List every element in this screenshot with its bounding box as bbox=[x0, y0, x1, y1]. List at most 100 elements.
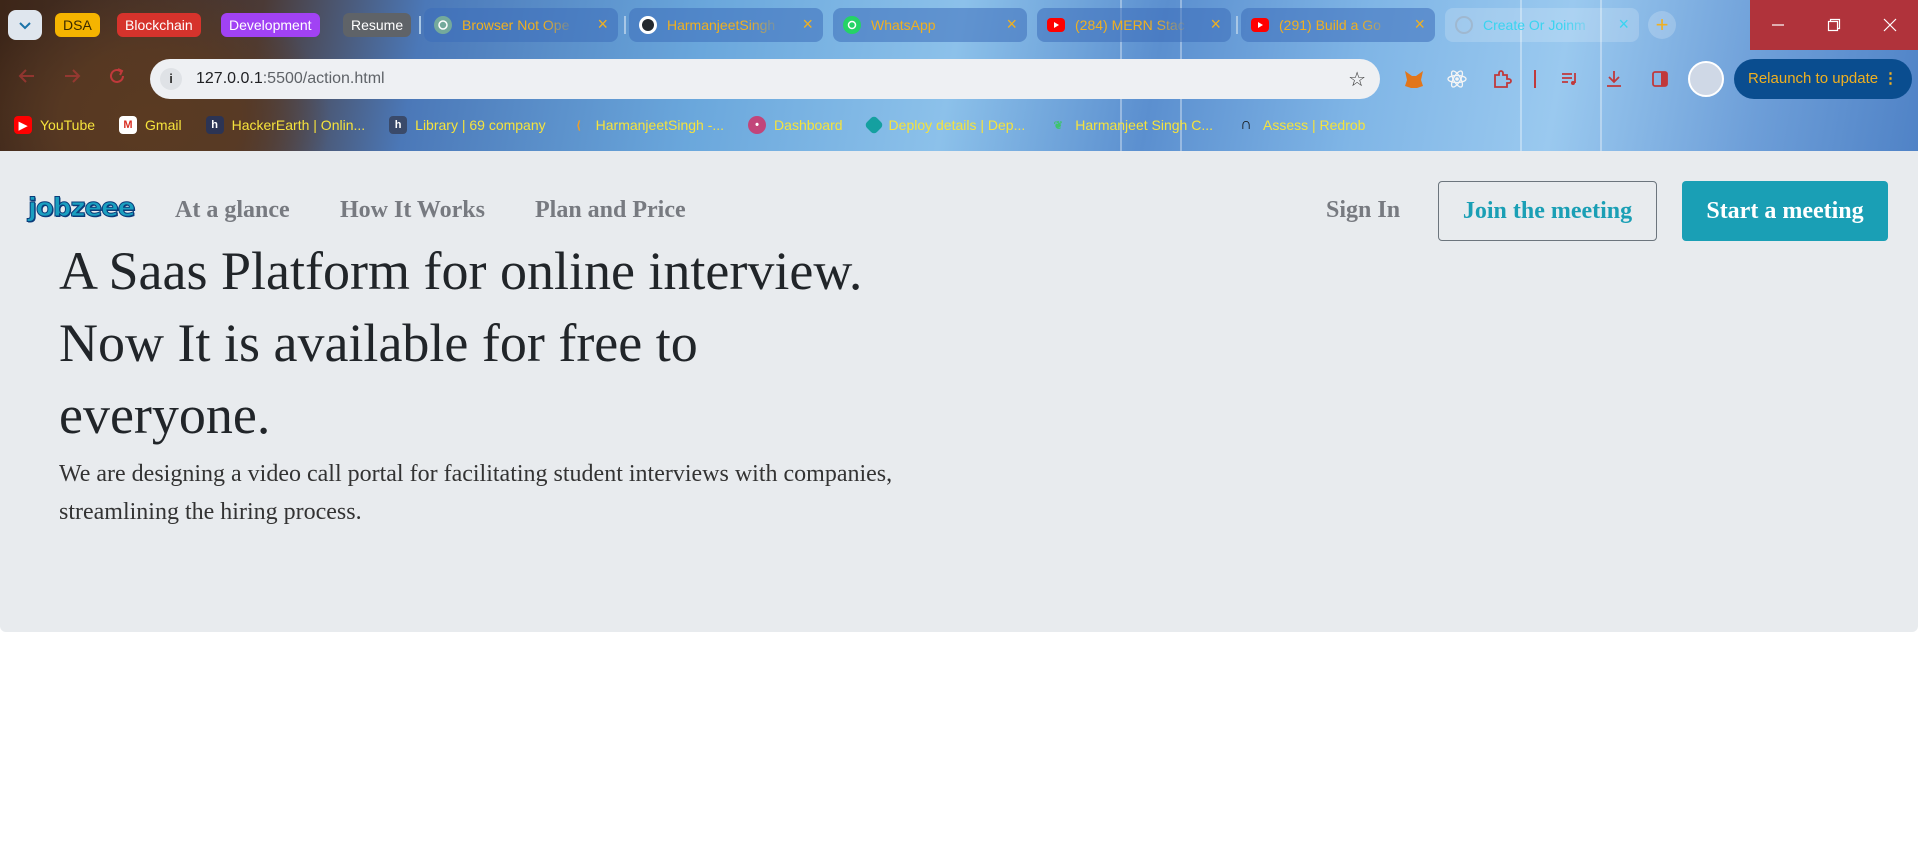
tab-group-development[interactable]: Development bbox=[221, 13, 320, 37]
close-tab-icon[interactable]: × bbox=[1618, 15, 1629, 33]
start-meeting-button[interactable]: Start a meeting bbox=[1682, 181, 1888, 241]
bookmark-label: Assess | Redrob bbox=[1263, 117, 1366, 133]
tab-group-blockchain[interactable]: Blockchain bbox=[117, 13, 201, 37]
minimize-button[interactable] bbox=[1750, 0, 1806, 50]
new-tab-button[interactable]: + bbox=[1648, 11, 1676, 39]
youtube-icon bbox=[1047, 18, 1065, 32]
tab-title: HarmanjeetSingh bbox=[667, 17, 776, 33]
browser-tab-active[interactable]: Create Or Joinm × bbox=[1445, 8, 1639, 42]
download-icon[interactable] bbox=[1600, 65, 1628, 93]
hero-section: jobzeee At a glance How It Works Plan an… bbox=[0, 151, 1918, 632]
profile-avatar[interactable] bbox=[1688, 61, 1724, 97]
bookmark-deploy[interactable]: Deploy details | Dep... bbox=[863, 115, 1026, 135]
bookmark-library[interactable]: h Library | 69 company bbox=[389, 116, 546, 134]
join-meeting-button[interactable]: Join the meeting bbox=[1438, 181, 1657, 241]
media-controls-icon[interactable] bbox=[1556, 65, 1584, 93]
back-button[interactable] bbox=[12, 64, 42, 94]
close-tab-icon[interactable]: × bbox=[1006, 15, 1017, 33]
bookmark-label: Harmanjeet Singh C... bbox=[1075, 117, 1213, 133]
reload-icon bbox=[110, 68, 124, 83]
bookmark-hackerearth[interactable]: h HackerEarth | Onlin... bbox=[205, 116, 366, 134]
chatgpt-icon bbox=[434, 16, 452, 34]
bookmark-leetcode[interactable]: ⟨ HarmanjeetSingh -... bbox=[570, 116, 724, 134]
dashboard-icon: • bbox=[748, 116, 767, 134]
url-text: 127.0.0.1:5500/action.html bbox=[196, 70, 385, 87]
close-window-button[interactable] bbox=[1862, 0, 1918, 50]
minimize-icon bbox=[1772, 24, 1784, 26]
bookmark-label: Dashboard bbox=[774, 117, 843, 133]
relaunch-button[interactable]: Relaunch to update ⋮ bbox=[1734, 59, 1912, 99]
extensions-puzzle-icon[interactable] bbox=[1488, 65, 1516, 93]
browser-tab[interactable]: Browser Not Ope × bbox=[424, 8, 618, 42]
browser-tab[interactable]: HarmanjeetSingh × bbox=[629, 8, 823, 42]
tab-title: (284) MERN Stac bbox=[1075, 17, 1185, 33]
site-logo[interactable]: jobzeee bbox=[27, 193, 135, 224]
redrob-icon: ∩ bbox=[1240, 116, 1252, 133]
chevron-down-icon bbox=[19, 22, 31, 30]
browser-tab[interactable]: (291) Build a Go × bbox=[1241, 8, 1435, 42]
gmail-icon: M bbox=[119, 116, 138, 134]
metamask-icon[interactable] bbox=[1400, 65, 1428, 93]
sign-in-link[interactable]: Sign In bbox=[1326, 197, 1400, 224]
whatsapp-icon bbox=[843, 16, 861, 34]
restore-button[interactable] bbox=[1806, 0, 1862, 50]
arrow-right-icon bbox=[65, 69, 81, 83]
bookmark-label: Library | 69 company bbox=[415, 117, 546, 133]
close-tab-icon[interactable]: × bbox=[1210, 15, 1221, 33]
bookmark-harmanjeet[interactable]: ❦ Harmanjeet Singh C... bbox=[1049, 116, 1213, 134]
bookmark-redrob[interactable]: ∩ Assess | Redrob bbox=[1237, 116, 1365, 134]
nav-plan-and-price[interactable]: Plan and Price bbox=[535, 197, 686, 224]
bookmark-gmail[interactable]: M Gmail bbox=[119, 116, 182, 134]
nav-how-it-works[interactable]: How It Works bbox=[340, 197, 485, 224]
bookmark-youtube[interactable]: ▶ YouTube bbox=[14, 116, 95, 134]
tab-strip: DSA Blockchain Development Resume Browse… bbox=[0, 0, 1918, 50]
more-menu-icon[interactable]: ⋮ bbox=[1883, 59, 1898, 99]
relaunch-label: Relaunch to update bbox=[1748, 70, 1879, 87]
tab-title: Browser Not Ope bbox=[462, 17, 570, 33]
browser-chrome: DSA Blockchain Development Resume Browse… bbox=[0, 0, 1918, 151]
arrow-left-icon bbox=[18, 69, 34, 83]
tab-separator bbox=[419, 16, 421, 34]
bookmark-dashboard[interactable]: • Dashboard bbox=[748, 116, 843, 134]
tab-title: Create Or Joinm bbox=[1483, 17, 1586, 33]
leaf-icon: ❦ bbox=[1053, 119, 1063, 132]
web-page: jobzeee At a glance How It Works Plan an… bbox=[0, 151, 1918, 847]
bookmark-label: HarmanjeetSingh -... bbox=[595, 117, 725, 133]
side-panel-icon[interactable] bbox=[1646, 65, 1674, 93]
loading-icon bbox=[1455, 16, 1473, 34]
forward-button[interactable] bbox=[57, 64, 87, 94]
restore-icon bbox=[1827, 18, 1841, 32]
youtube-icon bbox=[1251, 18, 1269, 32]
library-icon: h bbox=[389, 116, 408, 134]
tab-title: (291) Build a Go bbox=[1279, 17, 1381, 33]
close-tab-icon[interactable]: × bbox=[1414, 15, 1425, 33]
browser-toolbar: i 127.0.0.1:5500/action.html ☆ Relaunch … bbox=[0, 50, 1918, 108]
bookmark-star-icon[interactable]: ☆ bbox=[1348, 67, 1366, 92]
close-tab-icon[interactable]: × bbox=[802, 15, 813, 33]
tab-separator bbox=[624, 16, 626, 34]
browser-tab[interactable]: (284) MERN Stac × bbox=[1037, 8, 1231, 42]
reload-button[interactable] bbox=[102, 64, 132, 94]
bookmarks-bar: ▶ YouTube M Gmail h HackerEarth | Onlin.… bbox=[0, 108, 1918, 142]
bookmark-label: HackerEarth | Onlin... bbox=[231, 117, 366, 133]
hero-headline: A Saas Platform for online interview. No… bbox=[59, 241, 863, 445]
tab-search-button[interactable] bbox=[8, 10, 42, 40]
tab-title: WhatsApp bbox=[871, 17, 936, 33]
close-tab-icon[interactable]: × bbox=[597, 15, 608, 33]
browser-tab[interactable]: WhatsApp × bbox=[833, 8, 1027, 42]
bookmark-label: YouTube bbox=[40, 117, 96, 133]
tab-group-dsa[interactable]: DSA bbox=[55, 13, 100, 37]
tab-group-resume[interactable]: Resume bbox=[343, 13, 412, 37]
netlify-icon bbox=[863, 115, 884, 135]
nav-at-a-glance[interactable]: At a glance bbox=[175, 197, 290, 224]
youtube-icon: ▶ bbox=[14, 116, 32, 134]
toolbar-divider bbox=[1534, 70, 1536, 88]
address-bar[interactable]: i 127.0.0.1:5500/action.html ☆ bbox=[150, 59, 1380, 99]
site-info-icon[interactable]: i bbox=[160, 68, 182, 90]
react-devtools-icon[interactable] bbox=[1443, 65, 1471, 93]
hero-subtext: We are designing a video call portal for… bbox=[59, 461, 893, 525]
close-icon bbox=[1883, 18, 1897, 32]
bookmark-label: Deploy details | Dep... bbox=[888, 117, 1026, 133]
tab-separator bbox=[1236, 16, 1238, 34]
bookmark-label: Gmail bbox=[145, 117, 182, 133]
